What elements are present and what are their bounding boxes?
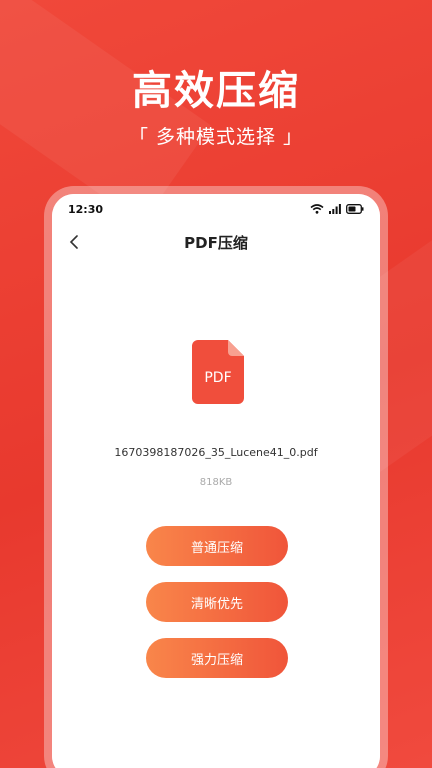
page-title: PDF压缩 <box>184 233 248 252</box>
nav-bar: PDF压缩 <box>52 224 380 260</box>
file-size: 818KB <box>199 477 233 488</box>
signal-icon <box>329 204 341 214</box>
status-bar: 12:30 <box>52 194 380 224</box>
clarity-first-button[interactable]: 清晰优先 <box>146 582 288 622</box>
wifi-icon <box>310 204 324 214</box>
promo-headline: 高效压缩 <box>132 68 300 114</box>
pdf-file-icon: PDF <box>192 340 244 404</box>
promo-subline: 「 多种模式选择 」 <box>128 126 304 148</box>
file-type-label: PDF <box>204 370 231 386</box>
back-button[interactable] <box>64 232 84 252</box>
normal-compress-button[interactable]: 普通压缩 <box>146 526 288 566</box>
chevron-left-icon <box>69 235 78 249</box>
phone-mockup: 12:30 PDF压缩 PDF 1670398187026_35_Lucene4… <box>44 186 388 768</box>
strong-compress-button[interactable]: 强力压缩 <box>146 638 288 678</box>
status-time: 12:30 <box>68 202 104 216</box>
file-name: 1670398187026_35_Lucene41_0.pdf <box>114 446 318 459</box>
app-screen: 12:30 PDF压缩 PDF 1670398187026_35_Lucene4… <box>52 194 380 768</box>
status-icons <box>310 204 364 214</box>
battery-icon <box>346 204 364 214</box>
